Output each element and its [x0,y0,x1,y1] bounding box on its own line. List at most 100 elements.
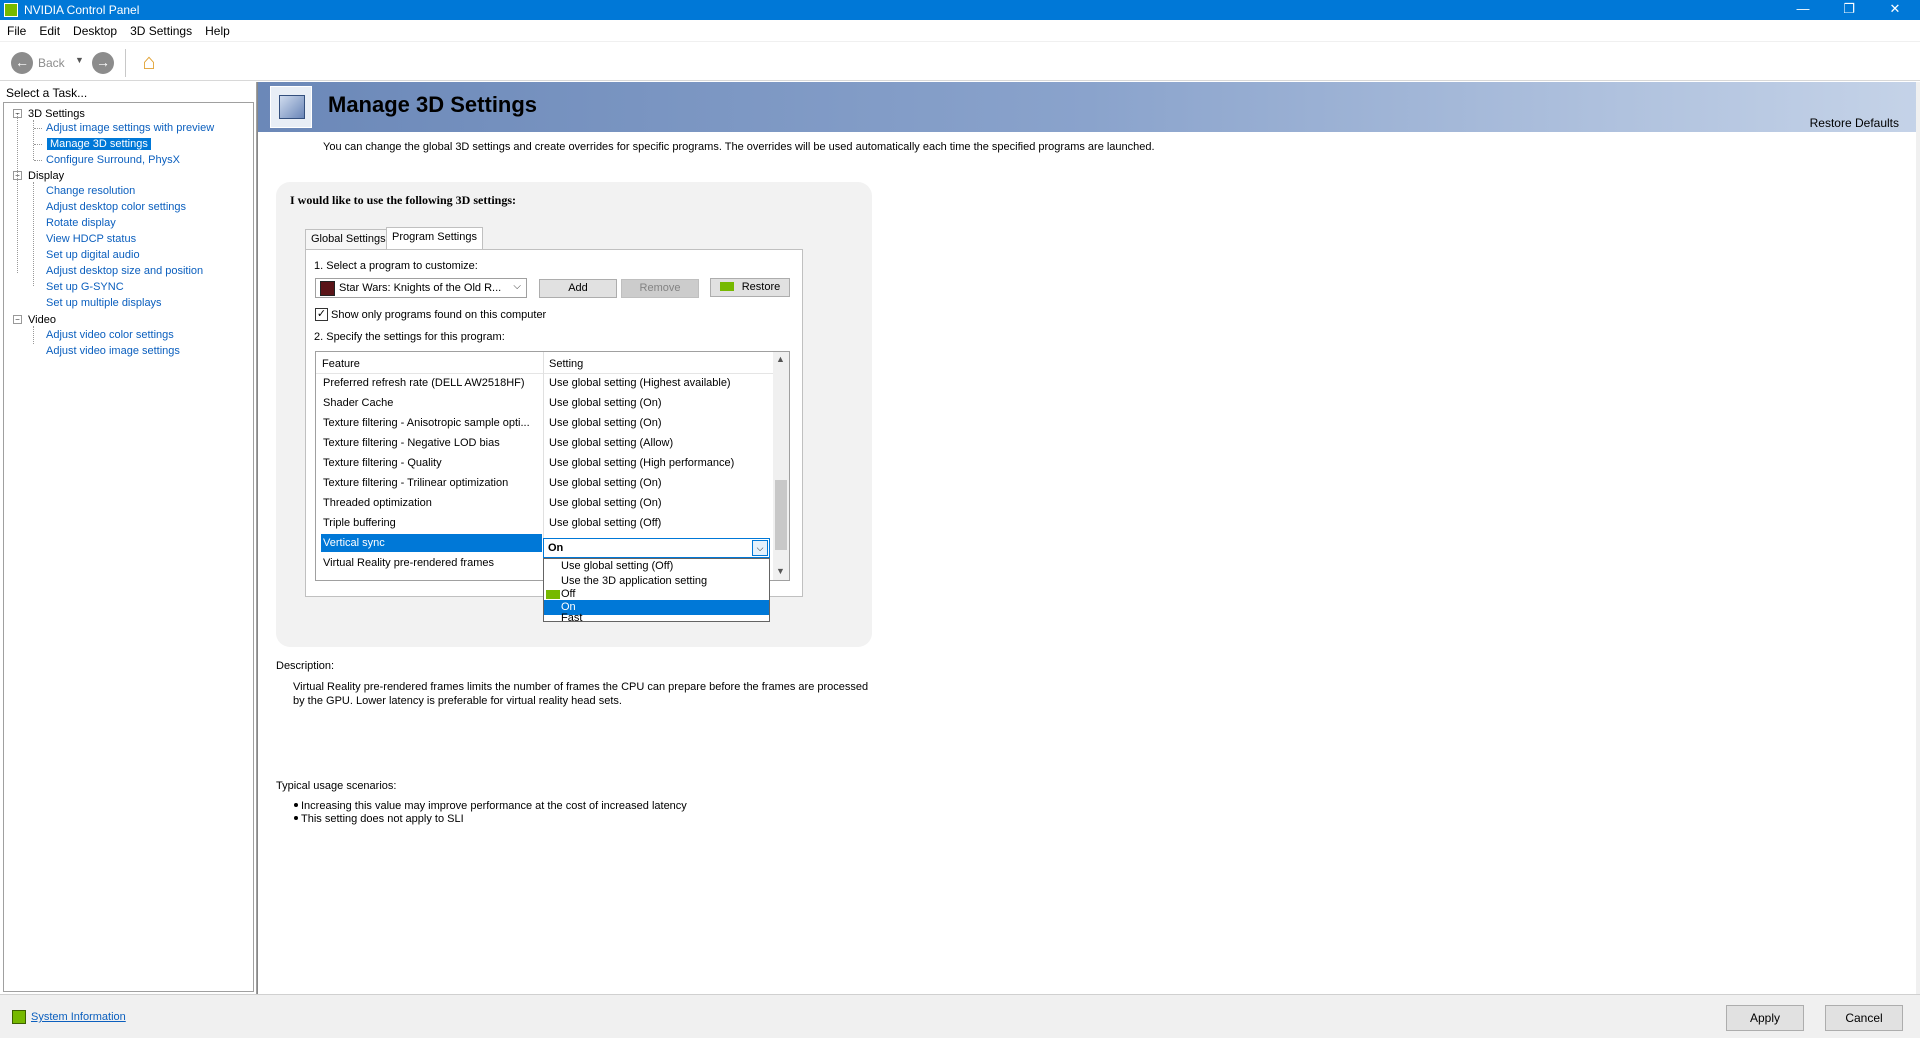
minimize-button[interactable]: — [1780,0,1826,20]
bullet-icon [294,803,298,807]
grid-row[interactable]: Triple buffering Use global setting (Off) [316,514,774,534]
grid-row[interactable]: Texture filtering - Anisotropic sample o… [316,414,774,434]
step2-label: 2. Specify the settings for this program… [314,331,505,343]
grid-row[interactable]: Texture filtering - Trilinear optimizati… [316,474,774,494]
tree-connector [34,160,42,161]
option-use-global-setting[interactable]: Use global setting (Off) [544,559,769,574]
content-pane: Manage 3D Settings Restore Defaults You … [257,82,1920,994]
menu-file[interactable]: File [0,20,32,38]
menu-bar: File Edit Desktop 3D Settings Help [0,20,1920,42]
close-button[interactable]: ✕ [1872,0,1918,20]
usage-item-text: This setting does not apply to SLI [301,813,464,825]
description-label: Description: [276,660,335,672]
tree-group-3d-settings[interactable]: −3D Settings [13,108,85,120]
collapse-icon[interactable]: − [13,315,22,324]
content-scrollbar[interactable] [1916,82,1920,994]
maximize-button[interactable]: ❐ [1826,0,1872,20]
grid-row[interactable]: Shader Cache Use global setting (On) [316,394,774,414]
row-setting: Use global setting (Highest available) [549,377,731,389]
restore-button[interactable]: Restore [710,278,790,297]
task-view-hdcp-status[interactable]: View HDCP status [46,233,136,245]
task-change-resolution[interactable]: Change resolution [46,185,135,197]
collapse-icon[interactable]: − [13,171,22,180]
back-arrow-icon[interactable]: ← [11,52,33,74]
tree-connector [34,144,42,145]
chevron-down-icon[interactable]: ⌵ [752,540,768,556]
usage-item: This setting does not apply to SLI [294,813,464,825]
task-adjust-desktop-size[interactable]: Adjust desktop size and position [46,265,203,277]
tree-group-video[interactable]: − Video [13,314,56,326]
page-intro: You can change the global 3D settings an… [323,141,1155,153]
apply-button[interactable]: Apply [1726,1005,1804,1031]
panel-heading: I would like to use the following 3D set… [290,193,517,207]
restore-defaults-link[interactable]: Restore Defaults [1810,116,1899,130]
remove-button[interactable]: Remove [621,279,699,298]
back-dropdown-icon[interactable]: ▼ [75,55,84,65]
nvidia-recommended-icon [546,590,560,599]
tree-group-label: 3D Settings [28,108,85,120]
usage-item-text: Increasing this value may improve perfor… [301,800,687,812]
program-select[interactable]: Star Wars: Knights of the Old R... ⌵ [315,278,527,298]
tree-connector [34,128,42,129]
column-feature[interactable]: Feature [322,358,360,370]
home-icon[interactable]: ⌂ [136,50,162,76]
system-info-icon[interactable] [12,1010,26,1024]
add-button[interactable]: Add [539,279,617,298]
tree-group-display[interactable]: − Display [13,170,64,182]
back-button-label[interactable]: Back [38,56,65,70]
row-feature: Texture filtering - Quality [323,457,442,469]
scroll-down-icon[interactable]: ▼ [776,566,785,576]
system-information-link[interactable]: System Information [31,1011,126,1023]
task-adjust-video-image[interactable]: Adjust video image settings [46,345,180,357]
page-banner: Manage 3D Settings Restore Defaults [258,82,1920,132]
row-feature: Preferred refresh rate (DELL AW2518HF) [323,377,525,389]
row-feature: Virtual Reality pre-rendered frames [323,557,494,569]
scrollbar-thumb[interactable] [775,480,787,550]
column-setting[interactable]: Setting [549,358,583,370]
task-manage-3d-settings[interactable]: Manage 3D settings [47,138,151,150]
show-only-checkbox[interactable]: ✓ [315,308,328,321]
tree-connector [33,120,34,160]
tab-global-settings[interactable]: Global Settings [305,229,392,249]
task-set-up-digital-audio[interactable]: Set up digital audio [46,249,140,261]
row-setting: Use global setting (On) [549,477,662,489]
task-set-up-g-sync[interactable]: Set up G-SYNC [46,281,124,293]
tab-program-settings[interactable]: Program Settings [386,227,483,250]
menu-edit[interactable]: Edit [32,20,66,38]
restore-button-label: Restore [741,281,781,293]
menu-3d-settings[interactable]: 3D Settings [123,20,198,38]
step1-label: 1. Select a program to customize: [314,260,478,272]
forward-arrow-icon[interactable]: → [92,52,114,74]
show-only-label[interactable]: Show only programs found on this compute… [331,309,546,321]
task-configure-surround-physx[interactable]: Configure Surround, PhysX [46,154,180,166]
task-adjust-desktop-color[interactable]: Adjust desktop color settings [46,201,186,213]
task-pane: Select a Task... −3D Settings Adjust ima… [0,82,257,994]
grid-row[interactable]: Texture filtering - Quality Use global se… [316,454,774,474]
collapse-icon[interactable]: − [13,109,22,118]
row-feature: Triple buffering [323,517,396,529]
task-adjust-image-settings[interactable]: Adjust image settings with preview [46,122,214,134]
task-adjust-video-color[interactable]: Adjust video color settings [46,329,174,341]
task-rotate-display[interactable]: Rotate display [46,217,116,229]
grid-row[interactable]: Threaded optimization Use global setting … [316,494,774,514]
menu-help[interactable]: Help [198,20,236,38]
row-setting: Use global setting (On) [549,497,662,509]
grid-header: Feature Setting [316,352,774,374]
grid-scrollbar[interactable]: ▲ ▼ [773,352,789,580]
scroll-up-icon[interactable]: ▲ [776,354,785,364]
grid-row[interactable]: Preferred refresh rate (DELL AW2518HF) Us… [316,374,774,394]
tree-connector [33,326,34,344]
task-tree: −3D Settings Adjust image settings with … [3,102,254,992]
page-title: Manage 3D Settings [328,92,538,117]
option-fast[interactable]: Fast [544,612,769,624]
menu-desktop[interactable]: Desktop [66,20,123,38]
setting-combobox[interactable]: On ⌵ [543,538,770,558]
grid-row[interactable]: Texture filtering - Negative LOD bias Use… [316,434,774,454]
cancel-button[interactable]: Cancel [1825,1005,1903,1031]
row-feature: Vertical sync [321,534,542,552]
row-feature: Texture filtering - Trilinear optimizati… [323,477,509,489]
row-feature: Shader Cache [323,397,394,409]
usage-item: Increasing this value may improve perfor… [294,800,687,812]
task-set-up-multiple-displays[interactable]: Set up multiple displays [46,297,162,309]
chevron-down-icon: ⌵ [513,281,521,292]
